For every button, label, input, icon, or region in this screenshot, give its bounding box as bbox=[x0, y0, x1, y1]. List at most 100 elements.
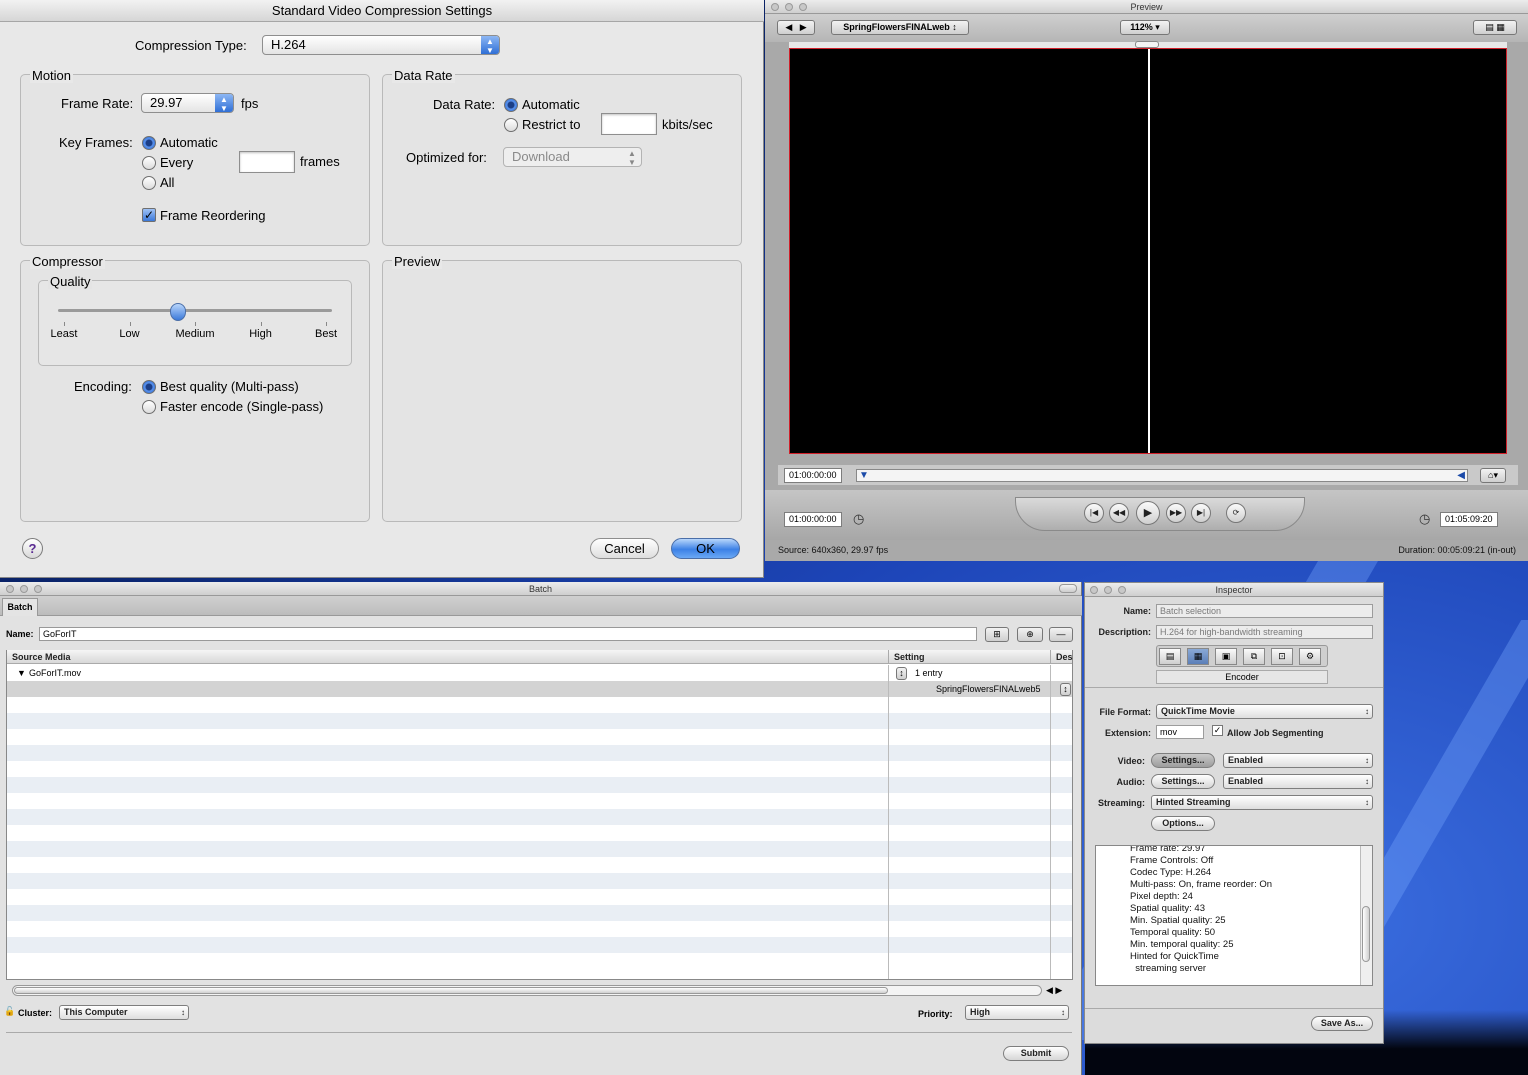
loop-icon[interactable]: ⟳ bbox=[1226, 503, 1246, 523]
close-icon[interactable] bbox=[771, 3, 779, 11]
submit-button[interactable]: Submit bbox=[1003, 1046, 1069, 1061]
column-setting[interactable]: Setting bbox=[888, 650, 1050, 664]
table-row[interactable] bbox=[7, 889, 1072, 905]
setting-name[interactable]: SpringFlowersFINALweb5 bbox=[936, 684, 1041, 694]
actions-tab-icon[interactable]: ⚙ bbox=[1299, 648, 1321, 665]
cancel-button[interactable]: Cancel bbox=[590, 538, 659, 559]
inspector-name-field[interactable]: Batch selection bbox=[1156, 604, 1373, 618]
vertical-scroll-thumb[interactable] bbox=[1362, 906, 1370, 962]
summary-tab-icon[interactable]: ▤ bbox=[1159, 648, 1181, 665]
column-destination[interactable]: Des bbox=[1050, 650, 1073, 664]
table-row[interactable] bbox=[7, 953, 1072, 969]
audio-state-popup[interactable]: Enabled bbox=[1223, 774, 1373, 789]
entry-stepper[interactable]: ↕ bbox=[896, 667, 907, 680]
optimized-for-popup[interactable]: Download ▲ ▼ bbox=[503, 147, 642, 167]
cluster-popup[interactable]: This Computer bbox=[59, 1005, 189, 1020]
table-row[interactable] bbox=[7, 713, 1072, 729]
add-surround-button[interactable]: ⊕ bbox=[1017, 627, 1043, 642]
table-row[interactable] bbox=[7, 905, 1072, 921]
step-forward-icon[interactable]: ▶▶ bbox=[1166, 503, 1186, 523]
disclosure-triangle-icon[interactable]: ▼ bbox=[17, 668, 26, 678]
current-timecode[interactable]: 01:00:00:00 bbox=[784, 512, 842, 527]
save-as-button[interactable]: Save As... bbox=[1311, 1016, 1373, 1031]
duration-timecode[interactable]: 01:05:09:20 bbox=[1440, 512, 1498, 527]
data-rate-field[interactable] bbox=[601, 113, 657, 135]
split-handle[interactable] bbox=[1135, 41, 1159, 48]
step-back-icon[interactable]: ◀◀ bbox=[1109, 503, 1129, 523]
inspector-description-field[interactable]: H.264 for high-bandwidth streaming bbox=[1156, 625, 1373, 639]
streaming-popup[interactable]: Hinted Streaming bbox=[1151, 795, 1373, 810]
table-row[interactable] bbox=[7, 761, 1072, 777]
key-every-radio[interactable] bbox=[142, 156, 156, 170]
summary-text-area[interactable]: Frame rate: 29.97 Frame Controls: Off Code… bbox=[1095, 845, 1373, 986]
quality-slider-track[interactable] bbox=[58, 309, 332, 312]
table-row[interactable] bbox=[7, 841, 1072, 857]
play-icon[interactable]: ▶ bbox=[1136, 501, 1160, 525]
video-state-popup[interactable]: Enabled bbox=[1223, 753, 1373, 768]
vertical-scrollbar[interactable] bbox=[1360, 846, 1372, 985]
key-every-frames-field[interactable] bbox=[239, 151, 295, 173]
batch-name-field[interactable]: GoForIT bbox=[39, 627, 977, 641]
key-automatic-radio[interactable] bbox=[142, 136, 156, 150]
scroll-arrows-icon[interactable]: ◀ ▶ bbox=[1046, 985, 1062, 996]
compression-type-popup[interactable]: H.264 ▲ ▼ bbox=[262, 35, 500, 55]
encoding-faster-radio[interactable] bbox=[142, 400, 156, 414]
column-source-media[interactable]: Source Media bbox=[7, 650, 888, 664]
timeline-scrubber[interactable]: ▼ ◀ bbox=[856, 469, 1468, 482]
add-file-button[interactable]: ⊞ bbox=[985, 627, 1009, 642]
table-row[interactable] bbox=[7, 681, 1072, 697]
geometry-tab-icon[interactable]: ⊡ bbox=[1271, 648, 1293, 665]
audio-settings-button[interactable]: Settings... bbox=[1151, 774, 1215, 789]
help-button[interactable]: ? bbox=[22, 538, 43, 559]
zoom-icon[interactable] bbox=[34, 585, 42, 593]
zoom-icon[interactable] bbox=[799, 3, 807, 11]
horizontal-scrollbar[interactable] bbox=[12, 985, 1042, 996]
options-button[interactable]: Options... bbox=[1151, 816, 1215, 831]
jog-icon[interactable]: ◷ bbox=[853, 511, 864, 527]
minimize-icon[interactable] bbox=[1104, 586, 1112, 594]
toolbar-toggle-icon[interactable] bbox=[1059, 584, 1077, 593]
go-to-end-icon[interactable]: ▶| bbox=[1191, 503, 1211, 523]
zoom-icon[interactable] bbox=[1118, 586, 1126, 594]
remove-button[interactable]: — bbox=[1049, 627, 1073, 642]
out-point-marker-icon[interactable]: ◀ bbox=[1457, 470, 1465, 481]
view-mode-buttons[interactable]: ▤ ▦ bbox=[1473, 20, 1517, 35]
frame-rate-popup[interactable]: 29.97 ▲ ▼ bbox=[141, 93, 234, 113]
batch-tab[interactable]: Batch bbox=[2, 598, 38, 616]
table-row[interactable] bbox=[7, 745, 1072, 761]
table-row[interactable] bbox=[7, 937, 1072, 953]
in-timecode[interactable]: 01:00:00:00 bbox=[784, 468, 842, 483]
marker-popup[interactable]: ⌂▾ bbox=[1480, 468, 1506, 483]
data-rate-automatic-radio[interactable] bbox=[504, 98, 518, 112]
minimize-icon[interactable] bbox=[20, 585, 28, 593]
source-file-name[interactable]: GoForIT.mov bbox=[29, 668, 81, 678]
close-icon[interactable] bbox=[1090, 586, 1098, 594]
lock-icon[interactable]: 🔓 bbox=[4, 1006, 15, 1017]
filters-tab-icon[interactable]: ⧉ bbox=[1243, 648, 1265, 665]
encoder-tab-icon[interactable]: ▦ bbox=[1187, 648, 1209, 665]
table-row[interactable] bbox=[7, 729, 1072, 745]
extension-field[interactable]: mov bbox=[1156, 725, 1204, 739]
table-row[interactable] bbox=[7, 873, 1072, 889]
ok-button[interactable]: OK bbox=[671, 538, 740, 559]
encoding-best-radio[interactable] bbox=[142, 380, 156, 394]
minimize-icon[interactable] bbox=[785, 3, 793, 11]
allow-segmenting-checkbox[interactable]: ✓ bbox=[1212, 725, 1223, 736]
table-row[interactable] bbox=[7, 697, 1072, 713]
table-row[interactable] bbox=[7, 777, 1072, 793]
close-icon[interactable] bbox=[6, 585, 14, 593]
source-popup[interactable]: SpringFlowersFINALweb ↕ bbox=[831, 20, 969, 35]
table-row[interactable] bbox=[7, 665, 1072, 681]
go-to-start-icon[interactable]: |◀ bbox=[1084, 503, 1104, 523]
frame-controls-tab-icon[interactable]: ▣ bbox=[1215, 648, 1237, 665]
table-row[interactable] bbox=[7, 809, 1072, 825]
nav-back-forward-buttons[interactable]: ◀ ▶ bbox=[777, 20, 815, 35]
table-row[interactable] bbox=[7, 921, 1072, 937]
video-settings-button[interactable]: Settings... bbox=[1151, 753, 1215, 768]
table-row[interactable] bbox=[7, 825, 1072, 841]
table-row[interactable] bbox=[7, 857, 1072, 873]
key-all-radio[interactable] bbox=[142, 176, 156, 190]
frame-reordering-checkbox[interactable]: ✓ bbox=[142, 208, 156, 222]
file-format-popup[interactable]: QuickTime Movie bbox=[1156, 704, 1373, 719]
scrollbar-thumb[interactable] bbox=[14, 987, 888, 994]
